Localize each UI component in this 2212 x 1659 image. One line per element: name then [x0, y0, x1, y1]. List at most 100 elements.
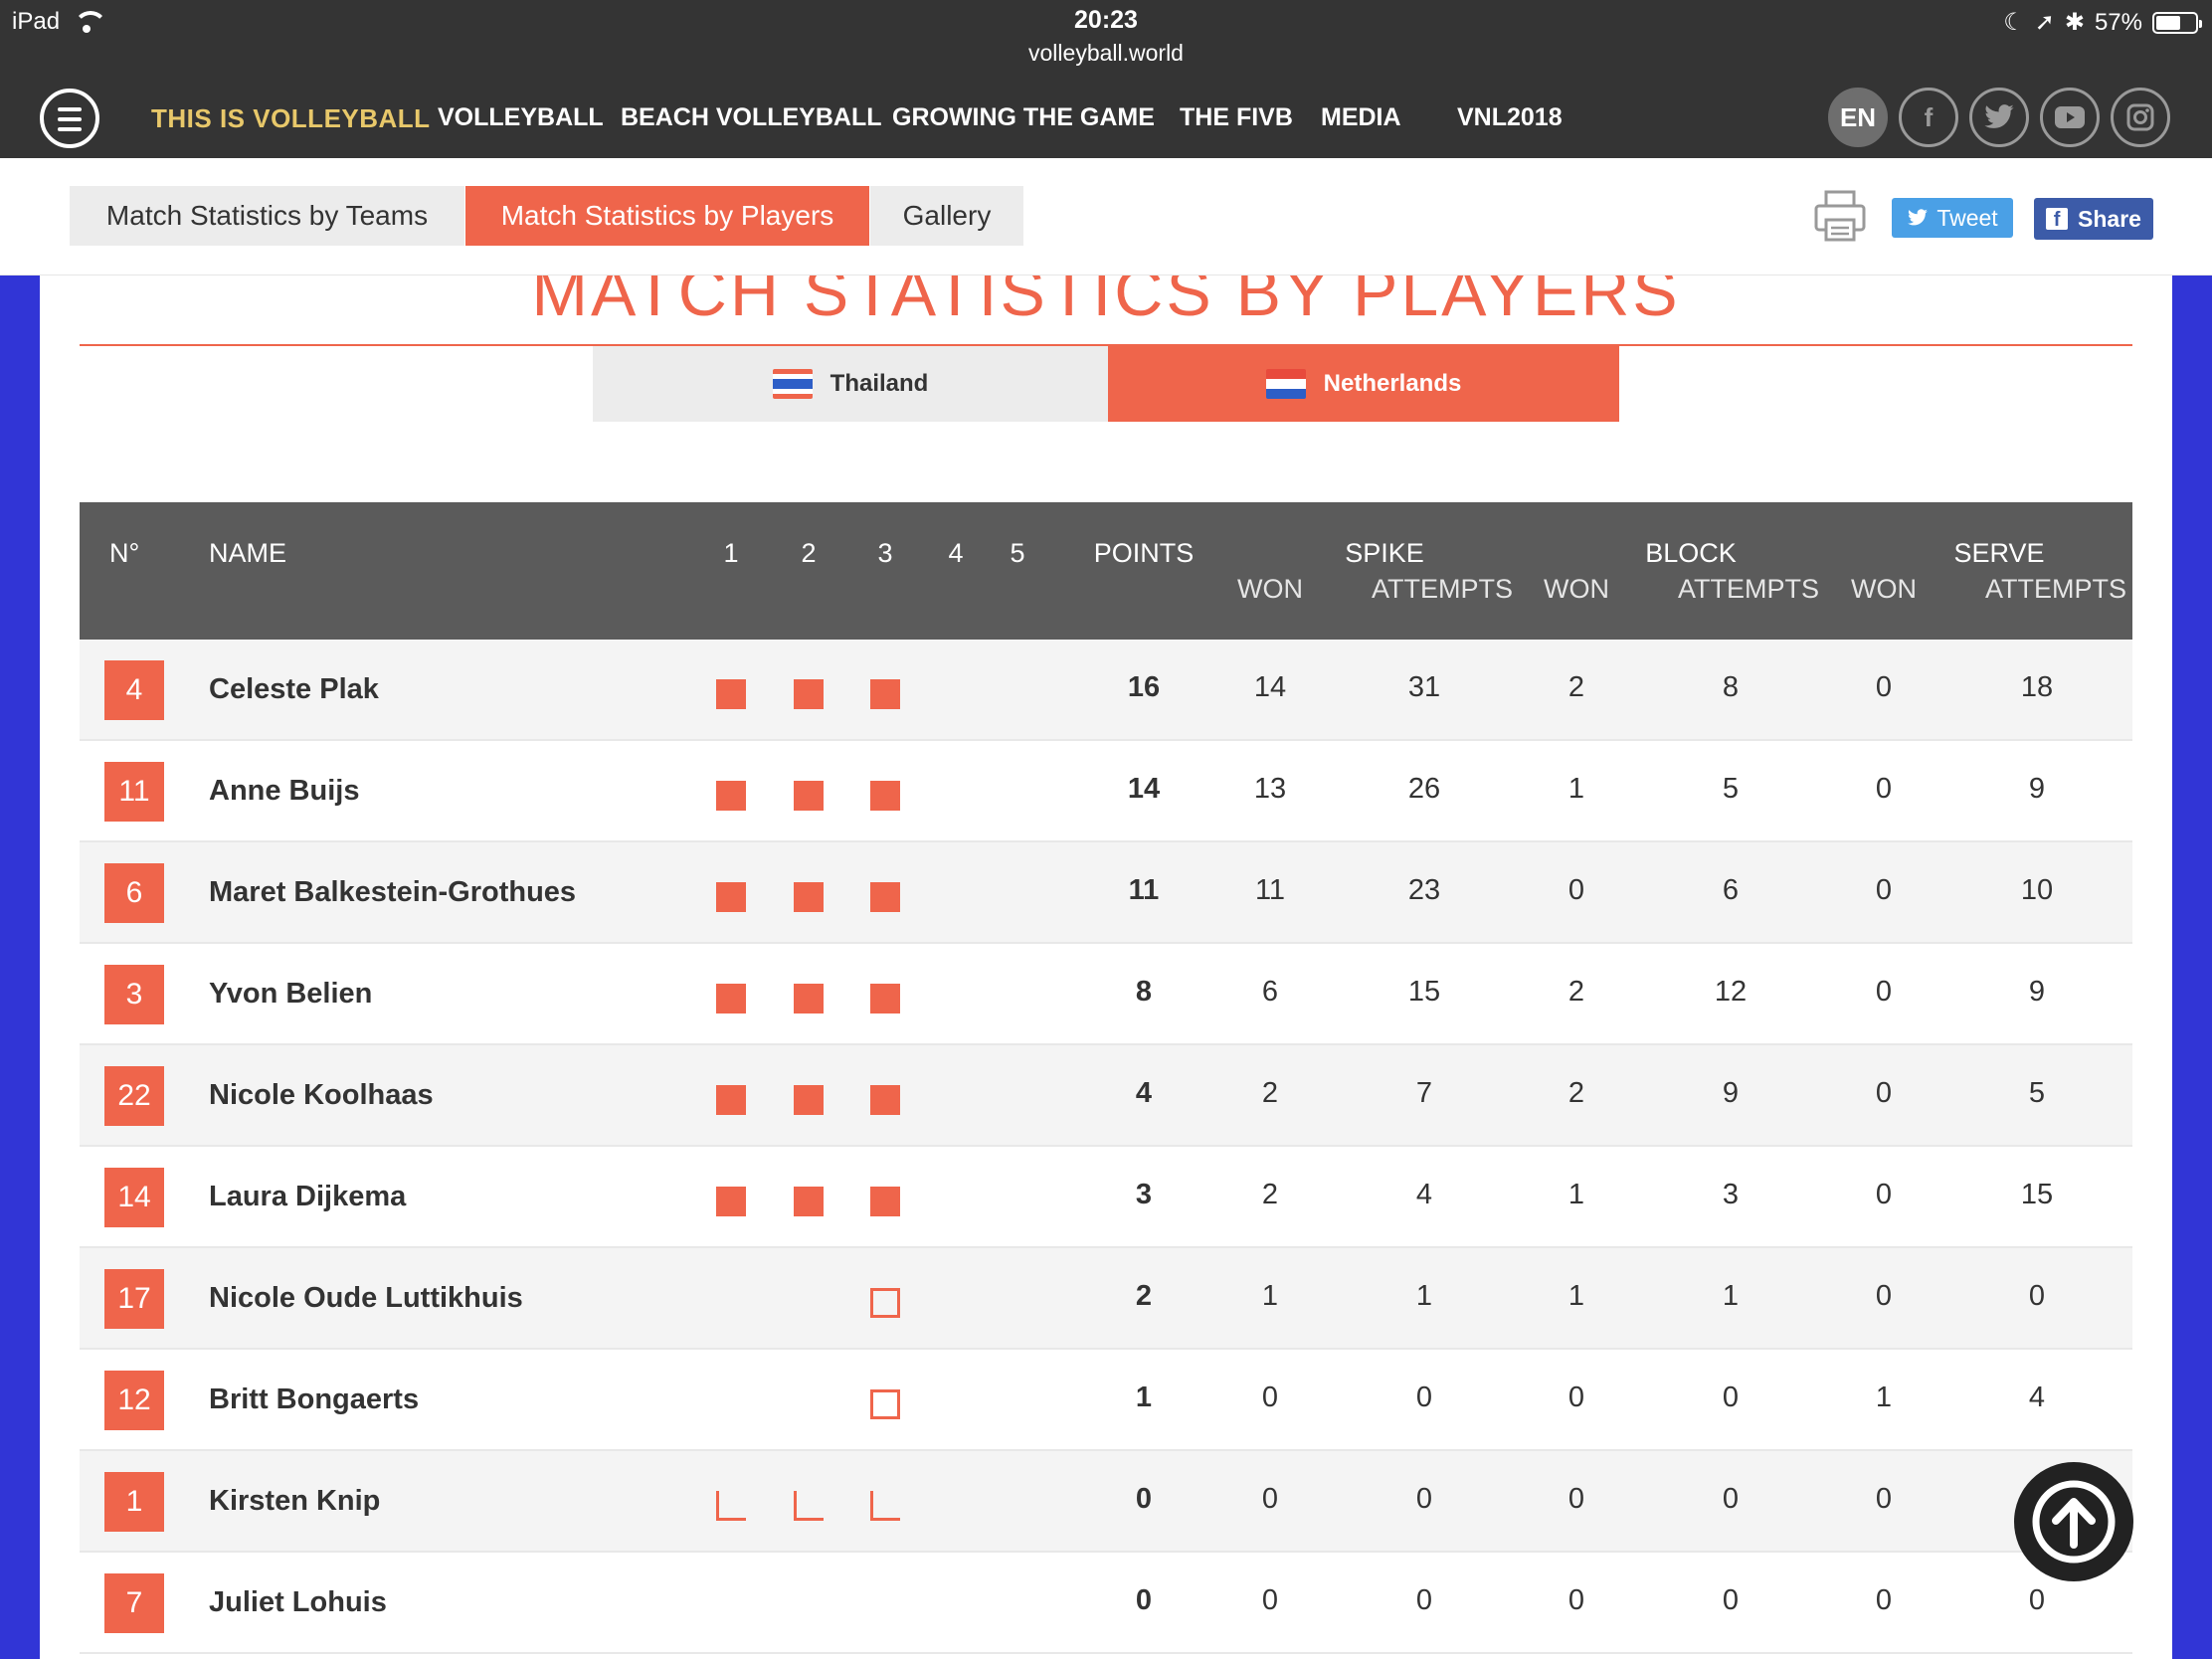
battery-icon — [2152, 11, 2202, 34]
header-set-5: 5 — [1010, 538, 1025, 568]
brand-logo[interactable]: THIS IS VOLLEYBALL — [151, 103, 431, 134]
cell-spike-won: 2 — [1261, 1077, 1279, 1109]
player-name[interactable]: Laura Dijkema — [209, 1181, 406, 1213]
share-button[interactable]: f Share — [2034, 198, 2153, 240]
youtube-icon[interactable] — [2040, 88, 2100, 147]
cell-block-won: 2 — [1567, 976, 1585, 1008]
cell-block-att: 6 — [1722, 874, 1740, 906]
table-row: 3 Yvon Belien 8 6 15 2 12 0 9 — [80, 944, 2132, 1045]
table-row: 14 Laura Dijkema 3 2 4 1 3 0 15 — [80, 1147, 2132, 1248]
cell-serve-won: 0 — [1875, 1179, 1893, 1210]
cell-serve-att: 9 — [2028, 773, 2046, 805]
cell-points: 11 — [1128, 874, 1160, 906]
player-name[interactable]: Yvon Belien — [209, 978, 372, 1011]
cell-serve-att: 18 — [2020, 671, 2054, 703]
cell-spike-won: 14 — [1253, 671, 1287, 703]
language-button[interactable]: EN — [1828, 88, 1888, 147]
set-played-marker — [870, 984, 900, 1014]
cell-block-att: 8 — [1722, 671, 1740, 703]
team-name-netherlands: Netherlands — [1323, 370, 1462, 397]
cell-serve-won: 0 — [1875, 773, 1893, 805]
netherlands-flag-icon — [1265, 369, 1306, 399]
cell-spike-won: 0 — [1261, 1584, 1279, 1616]
cell-spike-won: 0 — [1261, 1483, 1279, 1515]
set-played-marker — [794, 781, 824, 811]
menu-icon[interactable] — [40, 89, 99, 148]
cell-serve-att: 15 — [2020, 1179, 2054, 1210]
scroll-to-top-button[interactable] — [2014, 1462, 2133, 1581]
cell-serve-att: 0 — [2028, 1584, 2046, 1616]
header-spike-attempts: ATTEMPTS — [1371, 574, 1513, 604]
cell-block-won: 0 — [1567, 874, 1585, 906]
main-nav: THIS IS VOLLEYBALL VOLLEYBALL BEACH VOLL… — [0, 79, 2212, 158]
header-points: POINTS — [1093, 538, 1195, 568]
cell-spike-att: 23 — [1407, 874, 1441, 906]
nav-vnl2018[interactable]: VNL2018 — [1457, 103, 1563, 132]
cell-serve-won: 0 — [1875, 1280, 1893, 1312]
set-played-marker — [794, 1187, 824, 1216]
set-played-marker — [870, 781, 900, 811]
player-name[interactable]: Britt Bongaerts — [209, 1383, 419, 1416]
header-serve: SERVE — [1953, 538, 2045, 568]
address-bar[interactable]: volleyball.world — [0, 40, 2212, 67]
cell-block-won: 1 — [1567, 1179, 1585, 1210]
tab-stats-by-teams[interactable]: Match Statistics by Teams — [70, 186, 464, 246]
set-substitute-marker — [870, 1389, 900, 1419]
table-row: 12 Britt Bongaerts 1 0 0 0 0 1 4 — [80, 1350, 2132, 1451]
player-name[interactable]: Anne Buijs — [209, 775, 359, 808]
twitter-icon[interactable] — [1969, 88, 2029, 147]
header-serve-attempts: ATTEMPTS — [1984, 574, 2126, 604]
header-name: NAME — [209, 538, 287, 568]
nav-volleyball[interactable]: VOLLEYBALL — [438, 103, 604, 132]
cell-points: 2 — [1135, 1280, 1153, 1312]
nav-the-fivb[interactable]: THE FIVB — [1180, 103, 1293, 132]
print-icon[interactable] — [1812, 188, 1868, 244]
cell-points: 4 — [1135, 1077, 1153, 1109]
nav-growing-the-game[interactable]: GROWING THE GAME — [892, 103, 1155, 132]
cell-block-won: 0 — [1567, 1483, 1585, 1515]
cell-spike-won: 0 — [1261, 1382, 1279, 1413]
player-stats-table: 4 Celeste Plak 16 14 31 2 8 0 18 11 Anne Buijs 14 13… — [80, 640, 2132, 1654]
cell-serve-won: 0 — [1875, 1584, 1893, 1616]
player-name[interactable]: Kirsten Knip — [209, 1485, 380, 1518]
tab-gallery[interactable]: Gallery — [870, 186, 1023, 246]
set-substitute-marker — [870, 1288, 900, 1318]
set-played-marker — [870, 882, 900, 912]
cell-spike-att: 15 — [1407, 976, 1441, 1008]
cell-block-att: 3 — [1722, 1179, 1740, 1210]
set-libero-marker — [716, 1491, 746, 1521]
cell-block-att: 1 — [1722, 1280, 1740, 1312]
cell-serve-won: 0 — [1875, 671, 1893, 703]
cell-serve-won: 0 — [1875, 976, 1893, 1008]
player-name[interactable]: Maret Balkestein-Grothues — [209, 876, 576, 909]
table-row: 17 Nicole Oude Luttikhuis 2 1 1 1 1 0 0 — [80, 1248, 2132, 1350]
instagram-icon[interactable] — [2111, 88, 2170, 147]
header-spike-won: WON — [1237, 574, 1303, 604]
cell-points: 0 — [1135, 1584, 1153, 1616]
player-name[interactable]: Nicole Oude Luttikhuis — [209, 1282, 523, 1315]
player-name[interactable]: Juliet Lohuis — [209, 1586, 387, 1619]
header-set-4: 4 — [948, 538, 964, 568]
player-number-badge: 4 — [104, 660, 164, 720]
location-icon: ➚ — [2034, 9, 2055, 36]
tab-team-netherlands[interactable]: Netherlands — [1108, 346, 1619, 422]
player-name[interactable]: Nicole Koolhaas — [209, 1079, 434, 1112]
player-name[interactable]: Celeste Plak — [209, 673, 379, 706]
set-played-marker — [716, 882, 746, 912]
tweet-button[interactable]: Tweet — [1892, 198, 2013, 238]
tab-team-thailand[interactable]: Thailand — [593, 346, 1108, 422]
tab-stats-by-players[interactable]: Match Statistics by Players — [465, 186, 869, 246]
nav-media[interactable]: MEDIA — [1321, 103, 1401, 132]
cell-points: 3 — [1135, 1179, 1153, 1210]
cell-spike-att: 31 — [1407, 671, 1441, 703]
set-played-marker — [794, 679, 824, 709]
cell-spike-att: 4 — [1415, 1179, 1433, 1210]
nav-beach-volleyball[interactable]: BEACH VOLLEYBALL — [621, 103, 882, 132]
sub-toolbar: Match Statistics by Teams Match Statisti… — [0, 158, 2212, 276]
cell-serve-att: 9 — [2028, 976, 2046, 1008]
facebook-icon[interactable]: f — [1899, 88, 1958, 147]
player-number-badge: 6 — [104, 863, 164, 923]
cell-block-att: 5 — [1722, 773, 1740, 805]
cell-block-won: 2 — [1567, 671, 1585, 703]
arrow-up-circle-icon — [2032, 1480, 2116, 1564]
